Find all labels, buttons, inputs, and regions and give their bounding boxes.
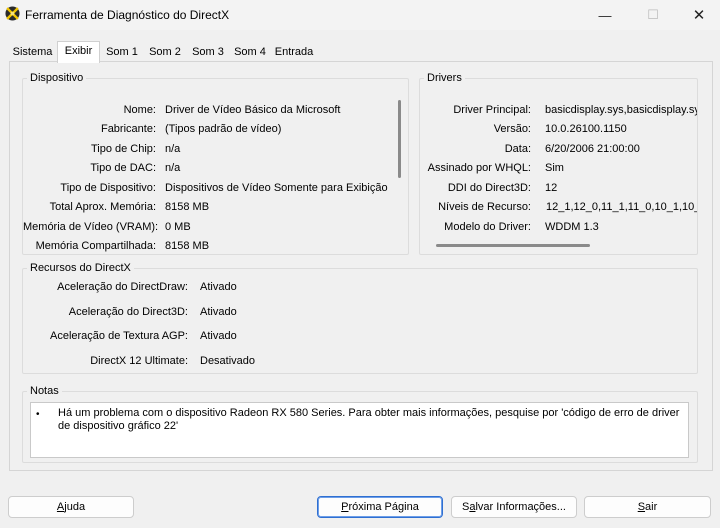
- driver-value: 10.0.26100.1150: [545, 123, 627, 135]
- directx-features-legend: Recursos do DirectX: [30, 262, 131, 274]
- tab-entrada[interactable]: Entrada: [271, 43, 317, 62]
- tab-sistema[interactable]: Sistema: [9, 43, 56, 62]
- exit-button[interactable]: Sair: [584, 496, 711, 518]
- drivers-group-legend: Drivers: [427, 72, 462, 84]
- tab-exibir[interactable]: Exibir: [57, 41, 100, 63]
- feature-label: Aceleração do Direct3D:: [68, 306, 188, 318]
- tab-som-1[interactable]: Som 1: [101, 43, 143, 62]
- tab-som-4[interactable]: Som 4: [229, 43, 271, 62]
- device-info-list[interactable]: Nome: Driver de Vídeo Básico da Microsof…: [23, 100, 395, 254]
- driver-label: Níveis de Recurso:: [438, 201, 531, 213]
- device-value: n/a: [165, 143, 181, 155]
- next-page-button-mnemonic: P: [341, 501, 349, 513]
- drivers-horizontal-scrollbar[interactable]: [436, 244, 590, 247]
- help-button-label: juda: [64, 501, 86, 513]
- device-label: Memória Compartilhada:: [35, 240, 156, 252]
- exit-button-mnemonic: S: [637, 501, 646, 513]
- directx-app-icon: [5, 6, 20, 21]
- driver-value: 6/20/2006 21:00:00: [545, 143, 640, 155]
- maximize-button[interactable]: ☐: [630, 0, 676, 30]
- device-label: Tipo de Dispositivo:: [60, 182, 156, 194]
- note-bullet: •: [36, 409, 40, 420]
- driver-label: Modelo do Driver:: [444, 221, 531, 233]
- drivers-info-list[interactable]: Driver Principal: basicdisplay.sys,basic…: [420, 100, 697, 240]
- device-value: Driver de Vídeo Básico da Microsoft: [165, 104, 341, 116]
- driver-value: 12_1,12_0,11_1,11_0,10_1,10_0: [546, 201, 697, 213]
- device-value: (Tipos padrão de vídeo): [165, 123, 282, 135]
- feature-value: Desativado: [200, 355, 256, 367]
- driver-label: DDI do Direct3D:: [447, 182, 531, 194]
- device-value: n/a: [165, 162, 181, 174]
- close-button[interactable]: ✕: [676, 0, 720, 30]
- device-label: Memória de Vídeo (VRAM):: [23, 221, 159, 233]
- driver-label: Data:: [504, 143, 531, 155]
- help-button[interactable]: Ajuda: [8, 496, 134, 518]
- save-button-label: lvar Informações...: [475, 501, 566, 513]
- device-label: Nome:: [123, 104, 156, 116]
- device-label: Tipo de DAC:: [90, 162, 156, 174]
- feature-label: Aceleração do DirectDraw:: [57, 281, 188, 293]
- title-bar: Ferramenta de Diagnóstico do DirectX — ☐…: [0, 0, 720, 30]
- device-label: Fabricante:: [100, 123, 156, 135]
- device-vertical-scrollbar[interactable]: [398, 100, 401, 178]
- note-text: Há um problema com o dispositivo Radeon …: [58, 407, 680, 432]
- save-information-button[interactable]: Salvar Informações...: [451, 496, 577, 518]
- device-label: Total Aprox. Memória:: [49, 201, 156, 213]
- driver-value: Sim: [545, 162, 564, 174]
- next-page-button-label: róxima Página: [348, 501, 419, 513]
- feature-value: Ativado: [200, 330, 237, 342]
- notes-group-legend: Notas: [30, 385, 59, 397]
- device-group-legend: Dispositivo: [30, 72, 84, 84]
- minimize-button[interactable]: —: [582, 0, 628, 30]
- device-value: 8158 MB: [165, 201, 210, 213]
- device-label: Tipo de Chip:: [90, 143, 156, 155]
- driver-label: Assinado por WHQL:: [427, 162, 531, 174]
- device-value: 8158 MB: [165, 240, 210, 252]
- window-title: Ferramenta de Diagnóstico do DirectX: [25, 8, 230, 22]
- notes-textbox[interactable]: • Há um problema com o dispositivo Radeo…: [30, 402, 689, 458]
- feature-value: Ativado: [200, 281, 237, 293]
- driver-label: Versão:: [493, 123, 531, 135]
- device-value: Dispositivos de Vídeo Somente para Exibi…: [165, 182, 388, 194]
- device-value: 0 MB: [165, 221, 191, 233]
- feature-label: DirectX 12 Ultimate:: [90, 355, 188, 367]
- tab-som-2[interactable]: Som 2: [144, 43, 186, 62]
- driver-value: 12: [545, 182, 558, 194]
- exit-button-label: air: [645, 501, 658, 513]
- driver-value: basicdisplay.sys,basicdisplay.sys: [545, 104, 697, 116]
- tab-som-3[interactable]: Som 3: [187, 43, 229, 62]
- driver-value: WDDM 1.3: [545, 221, 599, 233]
- feature-value: Ativado: [200, 306, 237, 318]
- feature-label: Aceleração de Textura AGP:: [50, 330, 188, 342]
- next-page-button[interactable]: Próxima Página: [317, 496, 443, 518]
- driver-label: Driver Principal:: [453, 104, 531, 116]
